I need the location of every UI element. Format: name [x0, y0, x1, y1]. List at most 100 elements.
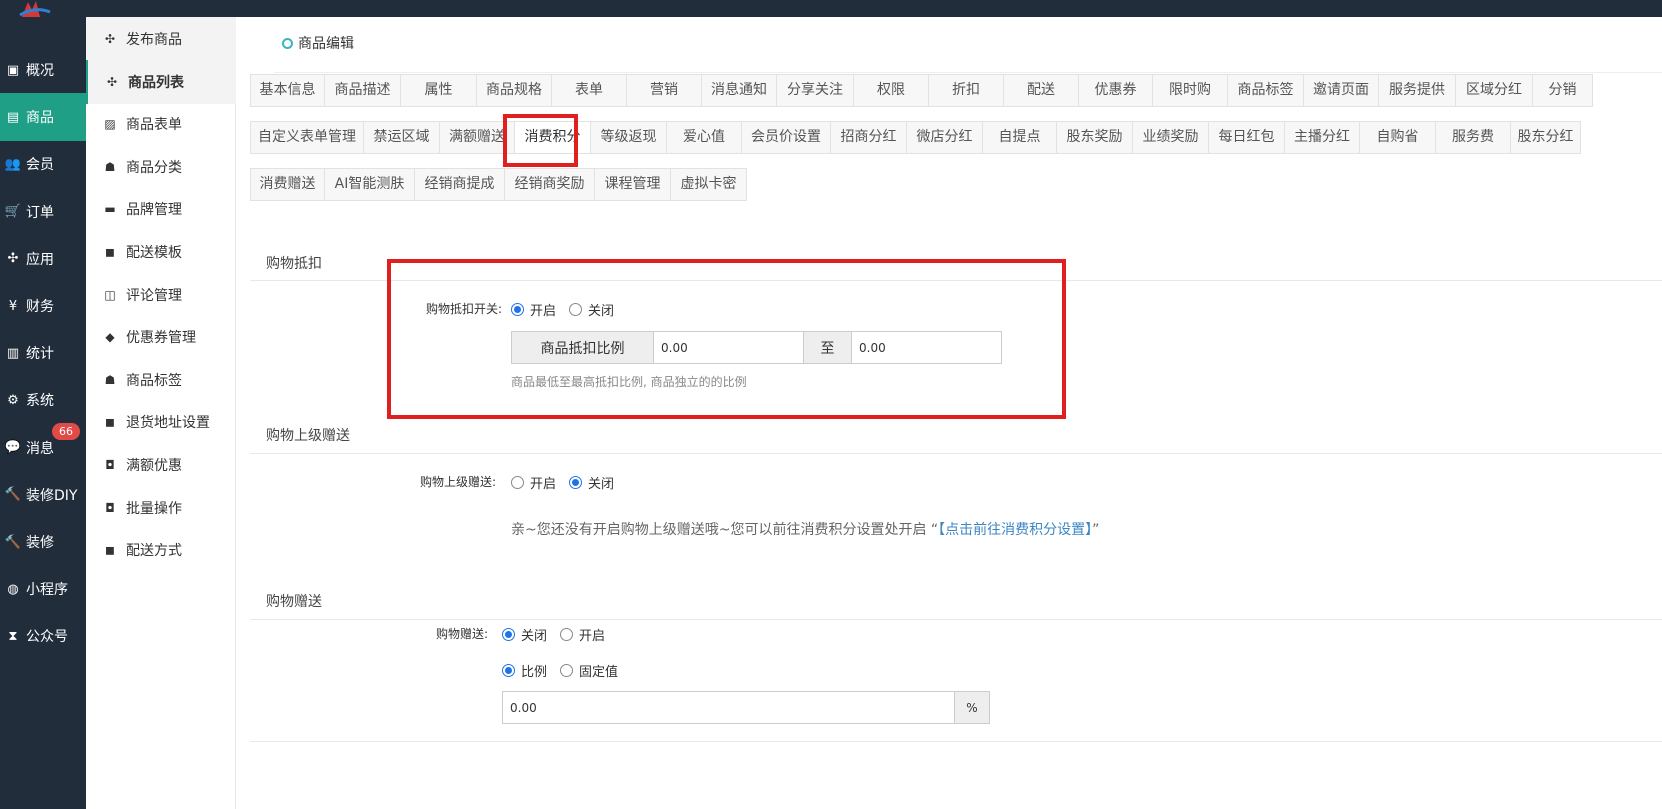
subnav-item[interactable]: ◼ 配送方式 [86, 528, 236, 572]
tab[interactable]: 自定义表单管理 [250, 121, 364, 154]
gift-value-group: 0.00 % [502, 691, 990, 724]
gift-fixed-radio[interactable]: 固定值 [560, 661, 618, 680]
tab[interactable]: 等级返现 [591, 121, 667, 154]
subnav-item-label: 配送模板 [126, 245, 182, 261]
nav-item[interactable]: 👥 会员 [0, 140, 86, 188]
tab[interactable]: 满额赠送 [440, 121, 515, 154]
tab[interactable]: 限时购 [1153, 74, 1228, 107]
tab[interactable]: AI智能测肤 [325, 168, 415, 201]
superior-on-radio[interactable]: 开启 [511, 473, 556, 492]
tab[interactable]: 基本信息 [250, 74, 325, 107]
subnav-item[interactable]: ◘ 满额优惠 [86, 443, 236, 487]
tab[interactable]: 营销 [627, 74, 702, 107]
nav-item[interactable]: ⧗ 公众号 [0, 612, 86, 660]
tab[interactable]: 消费积分 [515, 121, 591, 154]
truck-icon: ◼ [105, 543, 115, 558]
cubes-icon: ✣ [106, 74, 118, 89]
tab[interactable]: 股东分红 [1511, 121, 1581, 154]
deduction-ratio-group: 商品抵扣比例 0.00 至 0.00 [511, 331, 1002, 364]
gift-on-radio[interactable]: 开启 [560, 625, 605, 644]
nav-item[interactable]: ¥ 财务 [0, 282, 86, 330]
deduction-on-radio[interactable]: 开启 [511, 300, 556, 319]
nav-item[interactable]: ✣ 应用 [0, 235, 86, 283]
gift-off-radio[interactable]: 关闭 [502, 625, 547, 644]
tab[interactable]: 股东奖励 [1057, 121, 1133, 154]
tab[interactable]: 表单 [552, 74, 627, 107]
deduction-help-text: 商品最低至最高抵扣比例, 商品独立的的比例 [511, 375, 747, 389]
tab[interactable]: 自提点 [983, 121, 1057, 154]
tab[interactable]: 爱心值 [667, 121, 742, 154]
subnav-item[interactable]: ☗ 商品分类 [86, 145, 236, 189]
subnav-item[interactable]: ✣ 发布商品 [86, 17, 236, 61]
subnav-item[interactable]: ▬ 品牌管理 [86, 187, 236, 231]
tab[interactable]: 服务费 [1436, 121, 1511, 154]
tab[interactable]: 经销商提成 [415, 168, 505, 201]
tab[interactable]: 分销 [1533, 74, 1593, 107]
superior-off-radio[interactable]: 关闭 [569, 473, 614, 492]
tab[interactable]: 业绩奖励 [1133, 121, 1209, 154]
tab[interactable]: 邀请页面 [1304, 74, 1379, 107]
tab[interactable]: 服务提供 [1379, 74, 1456, 107]
subnav-item[interactable]: ◼ 退货地址设置 [86, 400, 236, 444]
tab[interactable]: 微店分红 [907, 121, 983, 154]
deduction-off-radio[interactable]: 关闭 [569, 300, 614, 319]
tab[interactable]: 主播分红 [1285, 121, 1360, 154]
tab[interactable]: 虚拟卡密 [671, 168, 747, 201]
tab[interactable]: 消费赠送 [250, 168, 325, 201]
subnav-item[interactable]: ✣ 商品列表 [86, 59, 236, 104]
tab[interactable]: 每日红包 [1209, 121, 1285, 154]
sitemap-icon: ☗ [104, 159, 116, 174]
radio-icon [502, 628, 515, 641]
subnav-item-label: 批量操作 [126, 500, 182, 517]
tab[interactable]: 优惠券 [1079, 74, 1153, 107]
tab[interactable]: 分享关注 [777, 74, 854, 107]
notice-text: ” [1092, 522, 1100, 538]
tab[interactable]: 经销商奖励 [505, 168, 595, 201]
subnav-item-label: 商品列表 [128, 74, 184, 91]
nav-item[interactable]: ◍ 小程序 [0, 565, 86, 613]
tab[interactable]: 课程管理 [595, 168, 671, 201]
tab[interactable]: 会员价设置 [742, 121, 831, 154]
nav-item[interactable]: ▥ 统计 [0, 329, 86, 377]
briefcase-icon: ▬ [104, 202, 116, 217]
subnav-item[interactable]: ◆ 优惠券管理 [86, 315, 236, 359]
columns-icon: ◫ [104, 287, 116, 302]
nav-item[interactable]: 💬 消息 66 [0, 422, 86, 472]
tab[interactable]: 区域分红 [1456, 74, 1533, 107]
nav-item-label: 装修 [26, 535, 54, 551]
ratio-min-input[interactable]: 0.00 [654, 331, 804, 364]
nav-item[interactable]: 🔨 装修 [0, 518, 86, 566]
tab[interactable]: 商品描述 [325, 74, 401, 107]
nav-item[interactable]: ▣ 概况 [0, 46, 86, 94]
nav-item[interactable]: ⚙ 系统 [0, 376, 86, 424]
nav-item[interactable]: ▤ 商品 [0, 93, 86, 142]
tab[interactable]: 招商分红 [831, 121, 907, 154]
nav-item[interactable]: 🛒 订单 [0, 188, 86, 236]
tab[interactable]: 配送 [1004, 74, 1079, 107]
settings-link[interactable]: 【点击前往消费积分设置】 [938, 522, 1092, 538]
tab[interactable]: 自购省 [1360, 121, 1436, 154]
tab[interactable]: 折扣 [929, 74, 1004, 107]
subnav-item[interactable]: ☗ 商品标签 [86, 358, 236, 402]
tab[interactable]: 消息通知 [702, 74, 777, 107]
tab[interactable]: 禁运区域 [364, 121, 440, 154]
divider [250, 741, 1662, 742]
ratio-max-input[interactable]: 0.00 [852, 331, 1002, 364]
top-bar [0, 0, 1662, 17]
subnav-item[interactable]: ▨ 商品表单 [86, 102, 236, 146]
nav-item-label: 应用 [26, 251, 54, 268]
file-excel-icon: ▨ [104, 117, 116, 132]
tab[interactable]: 商品规格 [477, 74, 552, 107]
notice-text: 亲~您还没有开启购物上级赠送哦~您可以前往消费积分设置处开启 “ [511, 522, 939, 538]
nav-item-label: 财务 [26, 299, 54, 315]
gift-value-input[interactable]: 0.00 [502, 691, 955, 724]
tab[interactable]: 权限 [854, 74, 929, 107]
gift-ratio-radio[interactable]: 比例 [502, 661, 547, 680]
subnav-item[interactable]: ◫ 评论管理 [86, 273, 236, 317]
subnav-item[interactable]: ◼ 配送模板 [86, 230, 236, 274]
tab[interactable]: 属性 [401, 74, 477, 107]
subnav-item[interactable]: ◘ 批量操作 [86, 486, 236, 530]
tab[interactable]: 商品标签 [1228, 74, 1304, 107]
nav-item[interactable]: 🔨 装修DIY [0, 471, 86, 519]
goods-icon: ▤ [6, 109, 20, 125]
